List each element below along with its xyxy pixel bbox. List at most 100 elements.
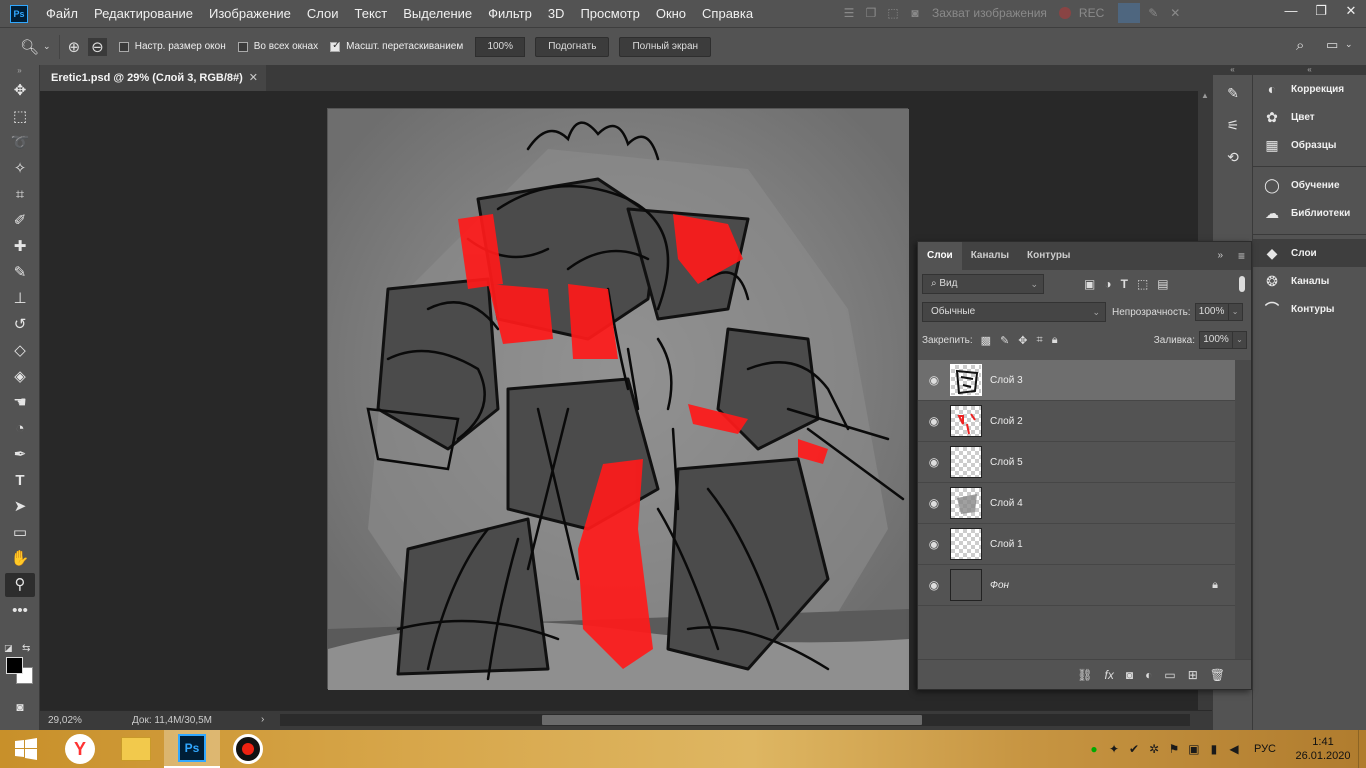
volume-icon[interactable]: ◀ — [1224, 742, 1244, 756]
green-status-icon[interactable]: ● — [1084, 742, 1104, 756]
close-capture-icon[interactable]: ✕ — [1166, 4, 1184, 22]
new-group-icon[interactable]: ▭ — [1164, 668, 1175, 682]
quick-mask-icon[interactable]: ◙ — [5, 695, 35, 719]
blend-mode-select[interactable]: Обычные ⌄ — [922, 302, 1106, 322]
pen-tool-icon[interactable]: ✒ — [5, 443, 35, 467]
scrubby-zoom-checkbox[interactable]: Масшт. перетаскиванием — [330, 40, 463, 52]
learn-panel-button[interactable]: ◯ Обучение — [1253, 171, 1366, 199]
eraser-tool-icon[interactable]: ◇ — [5, 339, 35, 363]
paths-panel-button[interactable]: ⌒ Контуры — [1253, 295, 1366, 323]
close-tab-icon[interactable]: ✕ — [249, 65, 258, 91]
move-tool-icon[interactable]: ✥ — [5, 79, 35, 103]
hand-tool-icon[interactable]: ✋ — [5, 547, 35, 571]
libraries-panel-button[interactable]: ☁ Библиотеки — [1253, 199, 1366, 227]
zoom-out-icon[interactable]: ⊖ — [88, 37, 107, 56]
capture-label[interactable]: Захват изображения — [932, 6, 1047, 20]
tab-layers[interactable]: Слои — [918, 242, 962, 270]
eye-icon[interactable]: ◉ — [918, 537, 950, 551]
lock-all-icon[interactable]: 🔒︎ — [1052, 334, 1058, 347]
eye-icon[interactable]: ◉ — [918, 414, 950, 428]
menu-file[interactable]: Файл — [38, 0, 86, 27]
add-mask-icon[interactable]: ◙ — [1126, 668, 1133, 682]
path-selection-icon[interactable]: ➤ — [5, 495, 35, 519]
crop-screen-icon[interactable]: ⬚ — [884, 4, 902, 22]
brush-settings-icon[interactable]: ✎ — [1218, 79, 1248, 107]
collapse-icon[interactable]: « — [1213, 65, 1252, 75]
lock-position-icon[interactable]: ✥ — [1018, 334, 1027, 347]
layer-name[interactable]: Слой 3 — [990, 375, 1023, 386]
flag-icon[interactable]: ⚑ — [1164, 742, 1184, 756]
minimize-icon[interactable]: — — [1276, 0, 1306, 22]
tool-preset-chevron-icon[interactable]: ⌄ — [43, 41, 51, 52]
layer-name[interactable]: Слой 4 — [990, 498, 1023, 509]
menu-lines-icon[interactable]: ☰ — [840, 4, 858, 22]
shape-filter-icon[interactable]: ⬚ — [1137, 277, 1148, 291]
restore-icon[interactable]: ❐ — [1306, 0, 1336, 22]
pen-icon[interactable]: ✎ — [1144, 4, 1162, 22]
window-copy-icon[interactable]: ❐ — [862, 4, 880, 22]
zoom-tool-icon[interactable]: ⚲ — [5, 573, 35, 597]
rec-label[interactable]: REC — [1079, 6, 1104, 20]
search-icon[interactable]: ⌕ — [1296, 37, 1304, 54]
eye-icon[interactable]: ◉ — [918, 373, 950, 387]
swap-colors-icon[interactable]: ⇆ — [22, 643, 30, 654]
history-icon[interactable]: ⟲ — [1218, 143, 1248, 171]
layer-name[interactable]: Слой 1 — [990, 539, 1023, 550]
layers-panel-button[interactable]: ◆ Слои — [1253, 239, 1366, 267]
magic-wand-icon[interactable]: ✧ — [5, 157, 35, 181]
rectangle-tool-icon[interactable]: ▭ — [5, 521, 35, 545]
start-button[interactable] — [0, 730, 52, 768]
scroll-up-icon[interactable]: ▲ — [1198, 91, 1212, 100]
link-layers-icon[interactable]: ⛓ — [1077, 668, 1092, 682]
crop-tool-icon[interactable]: ⌗ — [5, 183, 35, 207]
eye-icon[interactable]: ◉ — [918, 578, 950, 592]
fill-screen-button[interactable]: Полный экран — [619, 36, 712, 57]
collapse-panel-icon[interactable]: » — [1217, 242, 1223, 270]
layer-row[interactable]: ◉ Фон 🔒︎ — [918, 565, 1236, 606]
lasso-tool-icon[interactable]: ➰ — [5, 131, 35, 155]
layer-row[interactable]: ◉ Слой 5 — [918, 442, 1236, 483]
type-tool-icon[interactable]: T — [5, 469, 35, 493]
checkbox-box[interactable] — [118, 41, 129, 52]
zoom-in-icon[interactable]: ⊕ — [68, 38, 81, 56]
eyedropper-icon[interactable]: ✐ — [5, 209, 35, 233]
workspace-icon[interactable]: ▭ — [1326, 37, 1338, 53]
menu-window[interactable]: Окно — [648, 0, 694, 27]
opacity-field[interactable]: 100% — [1194, 303, 1229, 321]
lock-transparent-icon[interactable]: ▩ — [981, 334, 991, 347]
show-desktop-button[interactable] — [1358, 730, 1366, 768]
capture-mode-button[interactable] — [1118, 3, 1141, 23]
tab-channels[interactable]: Каналы — [962, 242, 1018, 270]
layers-scrollbar[interactable] — [1235, 360, 1251, 660]
menu-edit[interactable]: Редактирование — [86, 0, 201, 27]
delete-layer-icon[interactable]: 🗑︎ — [1210, 668, 1225, 682]
close-icon[interactable]: ✕ — [1336, 0, 1366, 22]
antivirus-icon[interactable]: ✔ — [1124, 742, 1144, 756]
layer-thumbnail[interactable] — [950, 364, 982, 396]
eye-icon[interactable]: ◉ — [918, 496, 950, 510]
document-tab[interactable]: Eretic1.psd @ 29% (Слой 3, RGB/8#) ✕ — [40, 65, 266, 91]
layer-row[interactable]: ◉ Слой 2 — [918, 401, 1236, 442]
menu-filter[interactable]: Фильтр — [480, 0, 540, 27]
foreground-color-swatch[interactable] — [6, 657, 23, 674]
tab-paths[interactable]: Контуры — [1018, 242, 1079, 270]
lock-artboard-icon[interactable]: ⌗ — [1037, 334, 1043, 347]
new-layer-icon[interactable]: ⊞ — [1188, 668, 1198, 682]
network-share-icon[interactable]: ✦ — [1104, 742, 1124, 756]
collapse-icon[interactable]: « — [1253, 65, 1366, 75]
brush-tool-icon[interactable]: ✎ — [5, 261, 35, 285]
default-colors-icon[interactable]: ◪ — [4, 643, 13, 654]
layer-filter-select[interactable]: ⌕ Вид ⌄ — [922, 274, 1044, 294]
new-adjustment-icon[interactable]: ◐ — [1145, 668, 1152, 682]
resize-windows-checkbox[interactable]: Настр. размер окон — [118, 41, 226, 52]
fill-chevron-icon[interactable]: ⌄ — [1233, 331, 1247, 349]
settings-gear-icon[interactable]: ✲ — [1144, 742, 1164, 756]
layer-name[interactable]: Фон — [990, 580, 1009, 591]
eye-icon[interactable]: ◉ — [918, 455, 950, 469]
menu-view[interactable]: Просмотр — [572, 0, 647, 27]
menu-image[interactable]: Изображение — [201, 0, 299, 27]
lock-image-icon[interactable]: ✎ — [1000, 334, 1009, 347]
type-filter-icon[interactable]: T — [1121, 277, 1128, 291]
zoom-level-field[interactable]: 29,02% — [40, 715, 110, 726]
clock[interactable]: 1:41 26.01.2020 — [1288, 735, 1358, 763]
